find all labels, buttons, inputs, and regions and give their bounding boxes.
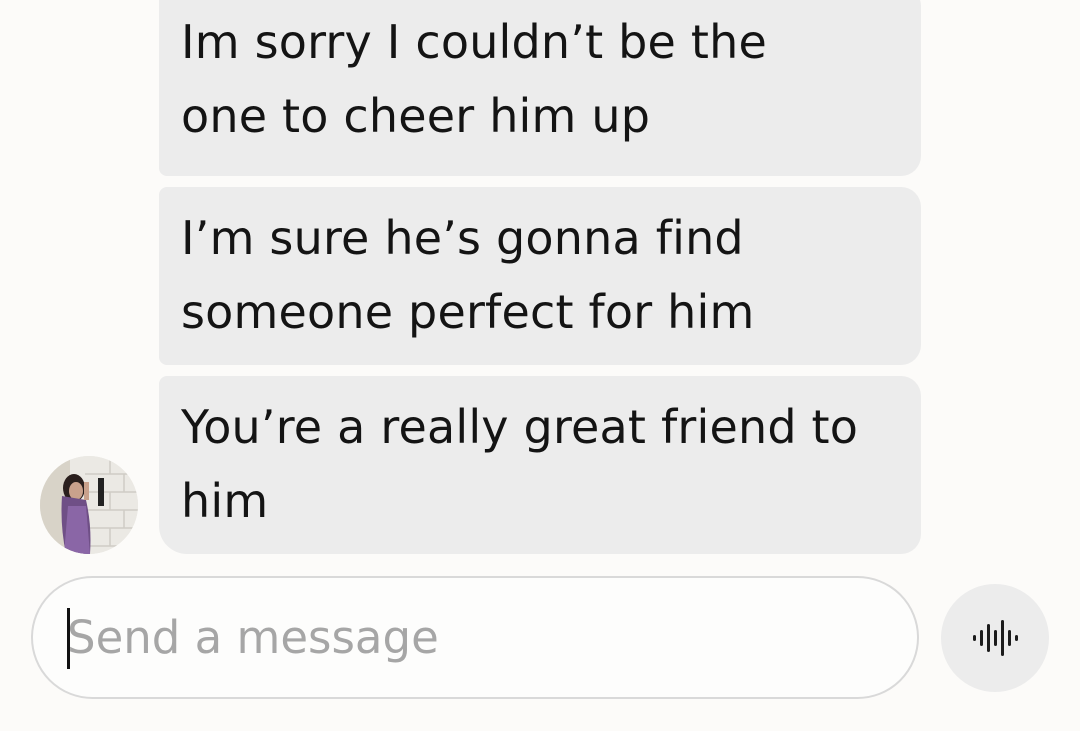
message-bubble[interactable]: You’re a really great friend to him — [159, 376, 921, 554]
message-composer — [31, 576, 919, 699]
message-bubble[interactable]: I’m sure he’s gonna find someone perfect… — [159, 187, 921, 365]
text-cursor — [67, 608, 70, 669]
message-input[interactable] — [67, 578, 887, 697]
profile-photo-icon — [40, 456, 138, 554]
audio-waveform-icon — [973, 620, 1018, 656]
message-thread: Im sorry I couldn’t be the one to cheer … — [0, 0, 1080, 560]
voice-message-button[interactable] — [941, 584, 1049, 692]
message-bubble[interactable]: Im sorry I couldn’t be the one to cheer … — [159, 0, 921, 176]
avatar[interactable] — [40, 456, 138, 554]
